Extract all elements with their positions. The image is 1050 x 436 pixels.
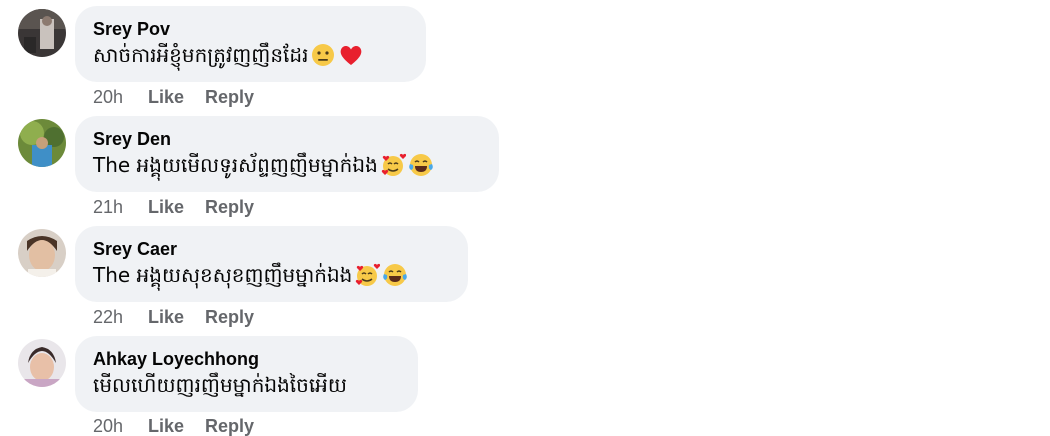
reply-button[interactable]: Reply [205, 197, 254, 218]
reply-button[interactable]: Reply [205, 307, 254, 328]
comment-text-row: មើលហើយញរញឹមម្នាក់ឯងចៃអើយ [93, 370, 400, 400]
reply-button[interactable]: Reply [205, 416, 254, 436]
comment-text: សាច់ការអីខ្ញុំមកត្រូវញញឹនដែរ [93, 43, 309, 67]
comment-author[interactable]: Srey Den [93, 128, 481, 150]
like-button[interactable]: Like [148, 197, 205, 218]
comment-text: មើលហើយញរញឹមម្នាក់ឯងចៃអើយ [93, 373, 347, 397]
comment-bubble: Srey Den The អង្គុយមើលទូរស័ព្ទញញឹមម្នាក់… [75, 116, 499, 192]
avatar[interactable] [18, 339, 66, 387]
red-heart-emoji-icon [338, 42, 364, 68]
avatar-image [18, 9, 66, 57]
comment-text-row: The អង្គុយសុខសុខញញឹមម្នាក់ឯង [93, 260, 450, 290]
comment-actions: 21h Like Reply [93, 197, 254, 218]
tears-of-joy-emoji-icon [408, 152, 434, 178]
comment-author[interactable]: Srey Pov [93, 18, 408, 40]
like-button[interactable]: Like [148, 416, 205, 436]
smiling-face-with-hearts-emoji-icon [354, 262, 381, 288]
comment-author[interactable]: Srey Caer [93, 238, 450, 260]
like-button[interactable]: Like [148, 87, 205, 108]
avatar[interactable] [18, 9, 66, 57]
neutral-face-emoji-icon [310, 42, 336, 68]
comment-list: Srey Pov សាច់ការអីខ្ញុំមកត្រូវញញឹនដែរ 20… [0, 0, 1050, 436]
avatar-image [18, 229, 66, 277]
comment-bubble: Srey Pov សាច់ការអីខ្ញុំមកត្រូវញញឹនដែរ [75, 6, 426, 82]
avatar-image [18, 119, 66, 167]
comment-timestamp[interactable]: 20h [93, 416, 148, 436]
comment-timestamp[interactable]: 21h [93, 197, 148, 218]
comment-text: The អង្គុយមើលទូរស័ព្ទញញឹមម្នាក់ឯង [93, 153, 378, 177]
comment-text: The អង្គុយសុខសុខញញឹមម្នាក់ឯង [93, 263, 353, 287]
reply-button[interactable]: Reply [205, 87, 254, 108]
comment-timestamp[interactable]: 22h [93, 307, 148, 328]
avatar[interactable] [18, 119, 66, 167]
tears-of-joy-emoji-icon [382, 262, 408, 288]
comment-author[interactable]: Ahkay Loyechhong [93, 348, 400, 370]
comment-timestamp[interactable]: 20h [93, 87, 148, 108]
avatar-image [18, 339, 66, 387]
comment-actions: 20h Like Reply [93, 87, 254, 108]
comment-text-row: សាច់ការអីខ្ញុំមកត្រូវញញឹនដែរ [93, 40, 408, 70]
comment-actions: 20h Like Reply [93, 416, 254, 436]
comment-text-row: The អង្គុយមើលទូរស័ព្ទញញឹមម្នាក់ឯង [93, 150, 481, 180]
smiling-face-with-hearts-emoji-icon [380, 152, 406, 178]
comment-bubble: Srey Caer The អង្គុយសុខសុខញញឹមម្នាក់ឯង [75, 226, 468, 302]
like-button[interactable]: Like [148, 307, 205, 328]
comment-actions: 22h Like Reply [93, 307, 254, 328]
avatar[interactable] [18, 229, 66, 277]
comment-bubble: Ahkay Loyechhong មើលហើយញរញឹមម្នាក់ឯងចៃអើ… [75, 336, 418, 412]
